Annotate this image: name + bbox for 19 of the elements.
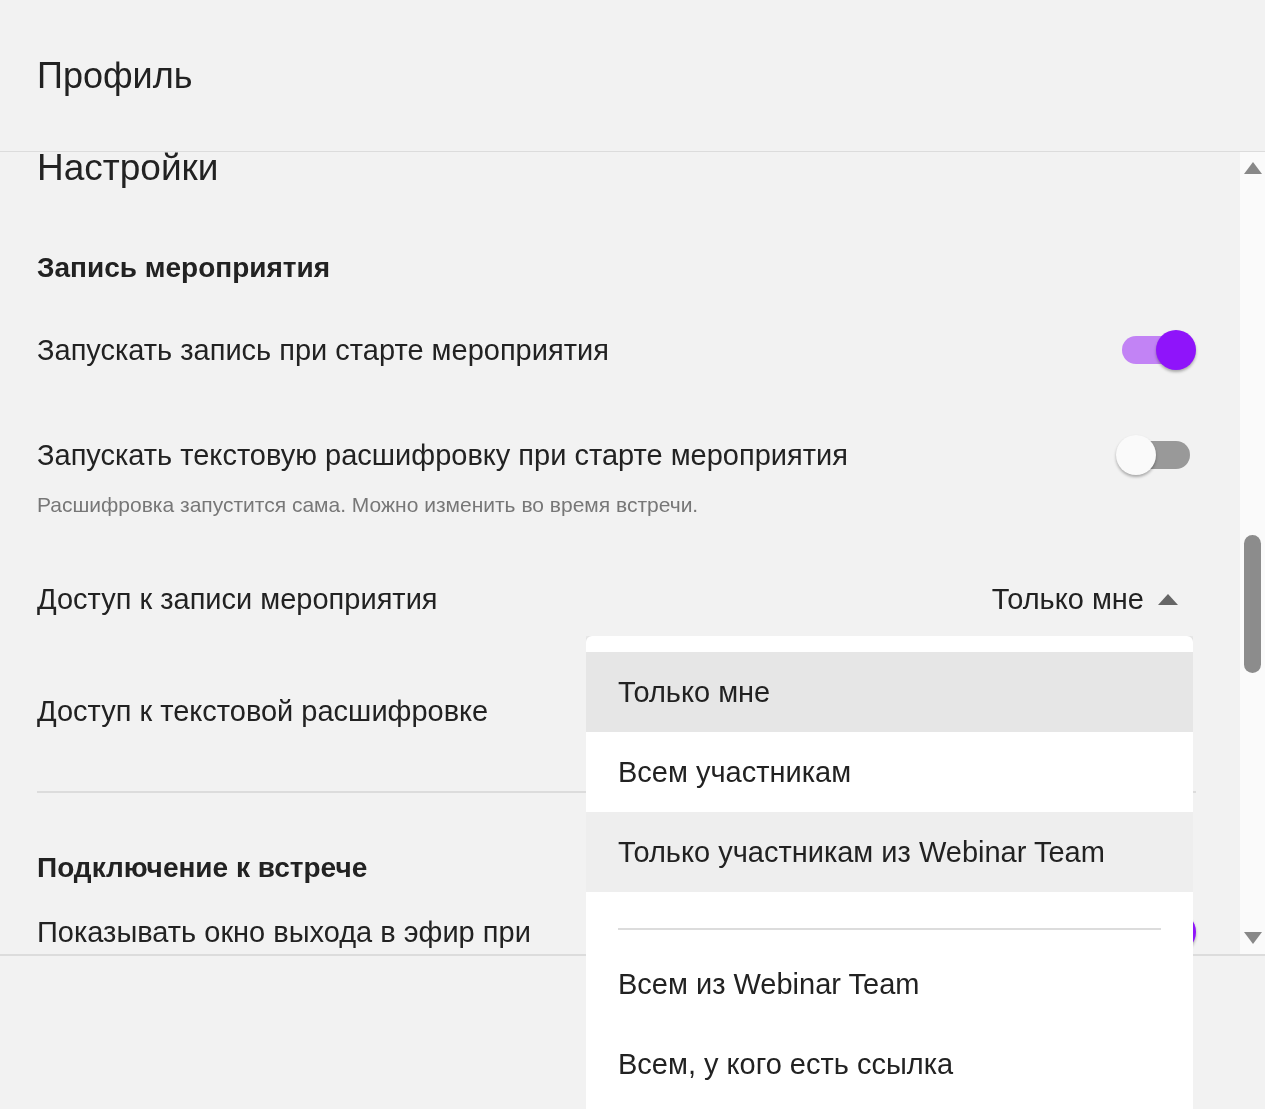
setting-label: Показывать окно выхода в эфир при (37, 915, 531, 949)
setting-label: Запускать текстовую расшифровку при старте мероприятия (37, 438, 848, 472)
caret-icon[interactable] (1158, 593, 1178, 605)
group-heading: Запись мероприятия (37, 251, 331, 285)
scrollbar-thumb[interactable] (1244, 535, 1261, 673)
setting-label: Доступ к текстовой расшифровке (37, 694, 489, 728)
menu-option[interactable]: Только участникам из Webinar Team (586, 812, 1193, 892)
menu-option[interactable]: Всем, у кого есть ссылка (586, 1024, 1193, 1104)
menu-option[interactable]: Только мне (586, 652, 1193, 732)
group-heading: Подключение к встрече (37, 851, 368, 885)
setting-label: Запускать запись при старте мероприятия (37, 333, 609, 367)
menu-option[interactable]: Всем из Webinar Team (586, 944, 1193, 1024)
scroll-down-icon[interactable] (1243, 932, 1262, 944)
select-value[interactable]: Только мне (991, 582, 1144, 616)
menu-option[interactable]: Всем участникам (586, 732, 1193, 812)
page-title: Профиль (37, 54, 193, 97)
setting-label: Доступ к записи мероприятия (37, 582, 438, 616)
scroll-up-icon[interactable] (1243, 162, 1262, 174)
hint-text: Расшифровка запустится сама. Можно изменить во время встречи. (37, 493, 700, 517)
